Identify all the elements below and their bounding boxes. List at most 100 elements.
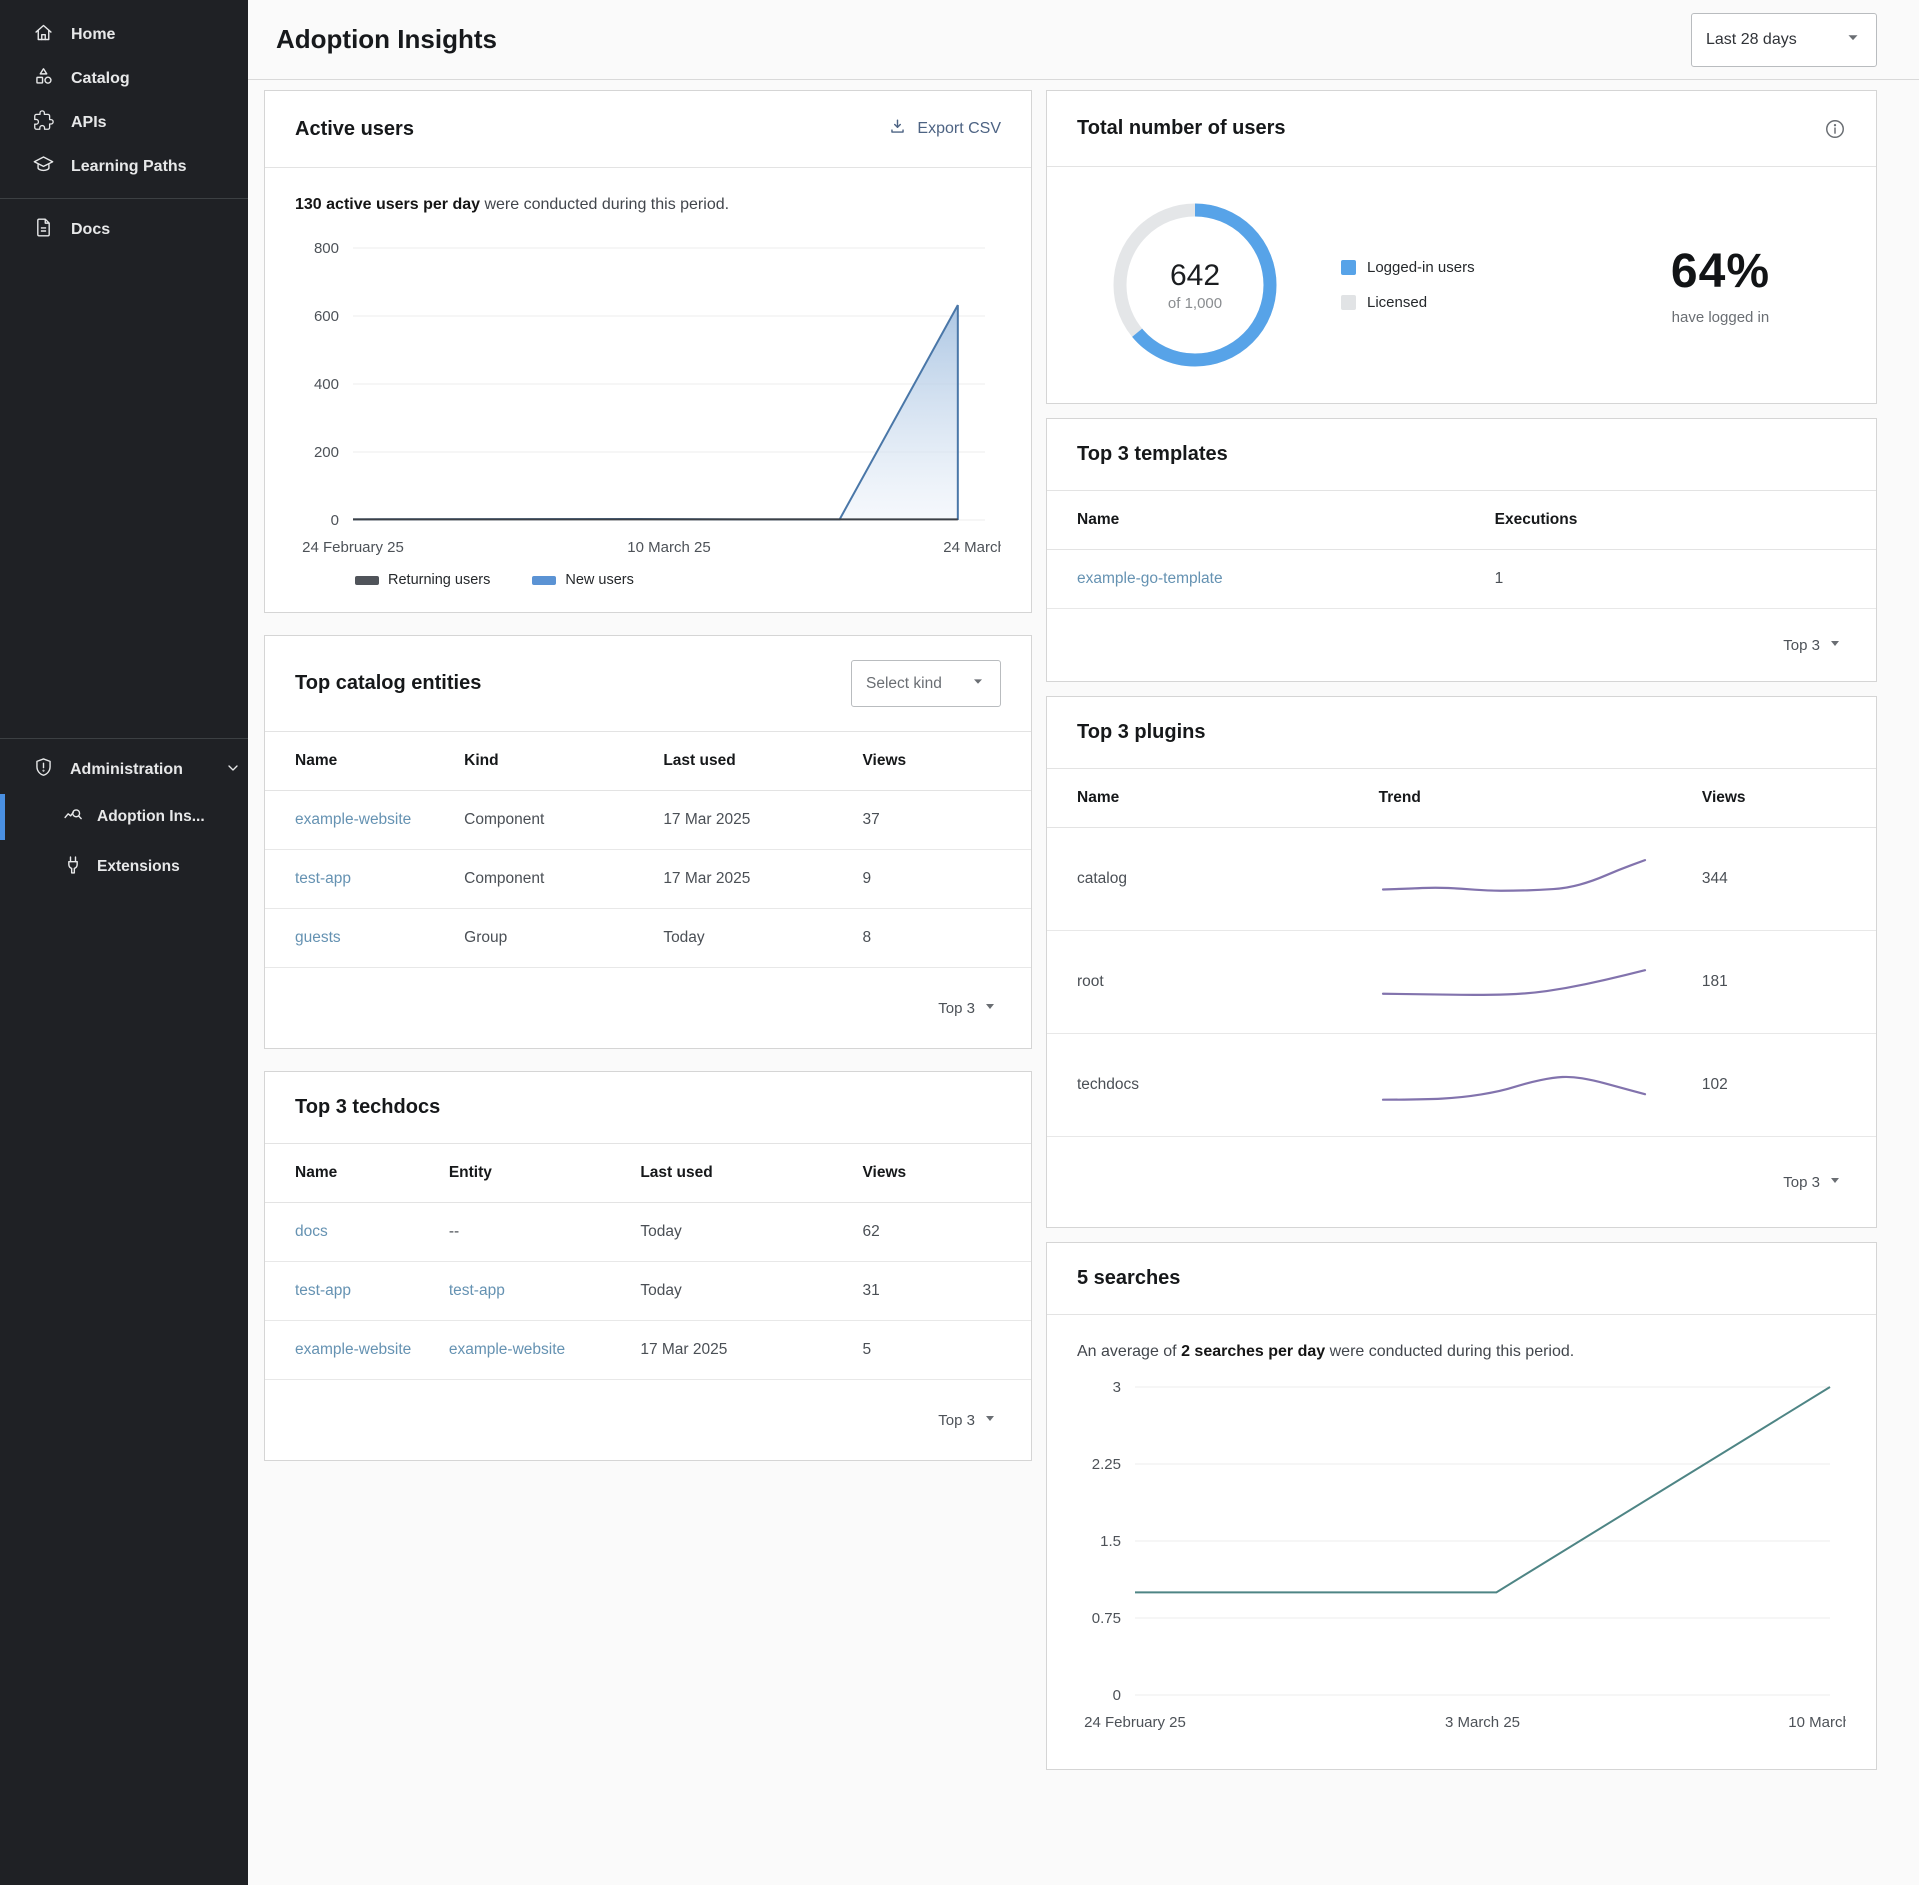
percent-value: 64% bbox=[1671, 244, 1770, 299]
home-icon bbox=[33, 22, 54, 48]
sidebar-nav: Home Catalog APIs Learning Paths Docs bbox=[0, 0, 248, 252]
cell-views: 102 bbox=[1702, 1034, 1876, 1137]
legend-swatch bbox=[532, 576, 556, 585]
cell-views: 62 bbox=[862, 1203, 1031, 1262]
template-link[interactable]: example-go-template bbox=[1077, 570, 1223, 587]
column-header: Executions bbox=[1495, 491, 1876, 550]
card-title: Active users bbox=[295, 118, 414, 141]
svg-text:10 March 25: 10 March 25 bbox=[1788, 1714, 1846, 1731]
date-range-select[interactable]: Last 28 days bbox=[1691, 13, 1877, 67]
legend-item: Logged-in users bbox=[1341, 259, 1475, 276]
active-users-header: Active users Export CSV bbox=[265, 91, 1031, 168]
card-title: Total number of users bbox=[1077, 117, 1286, 140]
column-header: Name bbox=[265, 1144, 449, 1203]
sidebar: Home Catalog APIs Learning Paths Docs bbox=[0, 0, 248, 1885]
kind-select[interactable]: Select kind bbox=[851, 660, 1001, 707]
cell-views: 37 bbox=[862, 791, 1031, 850]
card-title: Top 3 techdocs bbox=[295, 1096, 440, 1119]
rows-count-select[interactable]: Top 3 bbox=[265, 1380, 1031, 1460]
svg-text:1.5: 1.5 bbox=[1100, 1533, 1121, 1550]
rows-count-select[interactable]: Top 3 bbox=[265, 968, 1031, 1048]
cell-views: 8 bbox=[862, 909, 1031, 968]
svg-text:0: 0 bbox=[1113, 1687, 1121, 1704]
donut-chart: 642 of 1,000 bbox=[1113, 203, 1277, 367]
catalog-icon bbox=[33, 66, 54, 92]
table-row: guests Group Today 8 bbox=[265, 909, 1031, 968]
legend-label: Logged-in users bbox=[1367, 259, 1475, 276]
sidebar-item-home[interactable]: Home bbox=[0, 13, 248, 57]
svg-text:200: 200 bbox=[314, 444, 339, 461]
entity-link[interactable]: example-website bbox=[449, 1341, 565, 1358]
techdoc-link[interactable]: docs bbox=[295, 1223, 328, 1240]
svg-text:800: 800 bbox=[314, 240, 339, 257]
export-csv-button[interactable]: Export CSV bbox=[888, 117, 1001, 141]
column-header: Name bbox=[1047, 769, 1379, 828]
top-plugins-header: Top 3 plugins bbox=[1047, 697, 1876, 769]
entity-link[interactable]: guests bbox=[295, 929, 341, 946]
percent-caption: have logged in bbox=[1671, 309, 1770, 326]
active-users-summary: 130 active users per day were conducted … bbox=[295, 196, 1001, 214]
svg-text:24 March 25: 24 March 25 bbox=[943, 539, 1001, 556]
sidebar-item-extensions[interactable]: Extensions bbox=[0, 842, 248, 892]
cell-last-used: Today bbox=[663, 909, 862, 968]
column-header: Last used bbox=[640, 1144, 862, 1203]
techdoc-link[interactable]: example-website bbox=[295, 1341, 411, 1358]
cell-executions: 1 bbox=[1495, 550, 1876, 609]
percent-block: 64% have logged in bbox=[1671, 244, 1770, 326]
svg-text:600: 600 bbox=[314, 308, 339, 325]
sidebar-item-label: Administration bbox=[70, 761, 183, 779]
right-column: Total number of users 642 of 1,000 bbox=[1046, 90, 1877, 1770]
caret-down-icon bbox=[1844, 28, 1862, 51]
sidebar-item-learning-paths[interactable]: Learning Paths bbox=[0, 145, 248, 189]
entity-link[interactable]: example-website bbox=[295, 811, 411, 828]
table-row: example-go-template 1 bbox=[1047, 550, 1876, 609]
column-header: Name bbox=[1047, 491, 1495, 550]
graduation-cap-icon bbox=[33, 154, 54, 180]
cell-kind: Component bbox=[464, 850, 663, 909]
table-row: root 181 bbox=[1047, 931, 1876, 1034]
cell-views: 344 bbox=[1702, 828, 1876, 931]
rows-count-label: Top 3 bbox=[938, 1000, 975, 1017]
top-techdocs-card: Top 3 techdocs Name Entity Last used Vie… bbox=[264, 1071, 1032, 1461]
techdoc-link[interactable]: test-app bbox=[295, 1282, 351, 1299]
page-title: Adoption Insights bbox=[276, 24, 497, 55]
rows-count-select[interactable]: Top 3 bbox=[1047, 609, 1876, 681]
cell-plugin-name: root bbox=[1047, 931, 1379, 1034]
svg-text:3: 3 bbox=[1113, 1379, 1121, 1396]
entity-link[interactable]: test-app bbox=[449, 1282, 505, 1299]
rows-count-select[interactable]: Top 3 bbox=[1047, 1137, 1876, 1227]
top-plugins-card: Top 3 plugins Name Trend Views catalog bbox=[1046, 696, 1877, 1228]
analytics-icon bbox=[63, 805, 83, 830]
page-header: Adoption Insights Last 28 days bbox=[248, 0, 1919, 80]
cell-views: 5 bbox=[862, 1321, 1031, 1380]
sidebar-item-catalog[interactable]: Catalog bbox=[0, 57, 248, 101]
sidebar-item-label: APIs bbox=[71, 114, 107, 132]
sidebar-item-adoption-insights[interactable]: Adoption Ins... bbox=[0, 792, 248, 842]
sidebar-item-administration[interactable]: Administration bbox=[0, 748, 248, 792]
top-catalog-table: Name Kind Last used Views example-websit… bbox=[265, 732, 1031, 968]
main-content: Adoption Insights Last 28 days Active us… bbox=[248, 0, 1919, 1885]
card-title: Top 3 templates bbox=[1077, 443, 1228, 466]
date-range-value: Last 28 days bbox=[1706, 31, 1797, 49]
left-column: Active users Export CSV 130 active users… bbox=[264, 90, 1032, 1461]
cell-views: 31 bbox=[862, 1262, 1031, 1321]
cell-plugin-name: techdocs bbox=[1047, 1034, 1379, 1137]
top-templates-table: Name Executions example-go-template 1 bbox=[1047, 491, 1876, 609]
sidebar-item-docs[interactable]: Docs bbox=[0, 208, 248, 252]
total-users-body: 642 of 1,000 Logged-in users Lic bbox=[1047, 167, 1876, 403]
sidebar-item-apis[interactable]: APIs bbox=[0, 101, 248, 145]
table-row: example-website Component 17 Mar 2025 37 bbox=[265, 791, 1031, 850]
legend-swatch bbox=[1341, 295, 1356, 310]
column-header: Kind bbox=[464, 732, 663, 791]
top-techdocs-header: Top 3 techdocs bbox=[265, 1072, 1031, 1144]
caret-down-icon bbox=[1828, 636, 1842, 654]
top-templates-card: Top 3 templates Name Executions example-… bbox=[1046, 418, 1877, 682]
cell-kind: Group bbox=[464, 909, 663, 968]
entity-link[interactable]: test-app bbox=[295, 870, 351, 887]
card-title: 5 searches bbox=[1077, 1267, 1180, 1290]
total-count: of 1,000 bbox=[1168, 295, 1222, 312]
column-header: Views bbox=[1702, 769, 1876, 828]
info-icon[interactable] bbox=[1824, 118, 1846, 140]
cell-views: 9 bbox=[862, 850, 1031, 909]
cell-views: 181 bbox=[1702, 931, 1876, 1034]
